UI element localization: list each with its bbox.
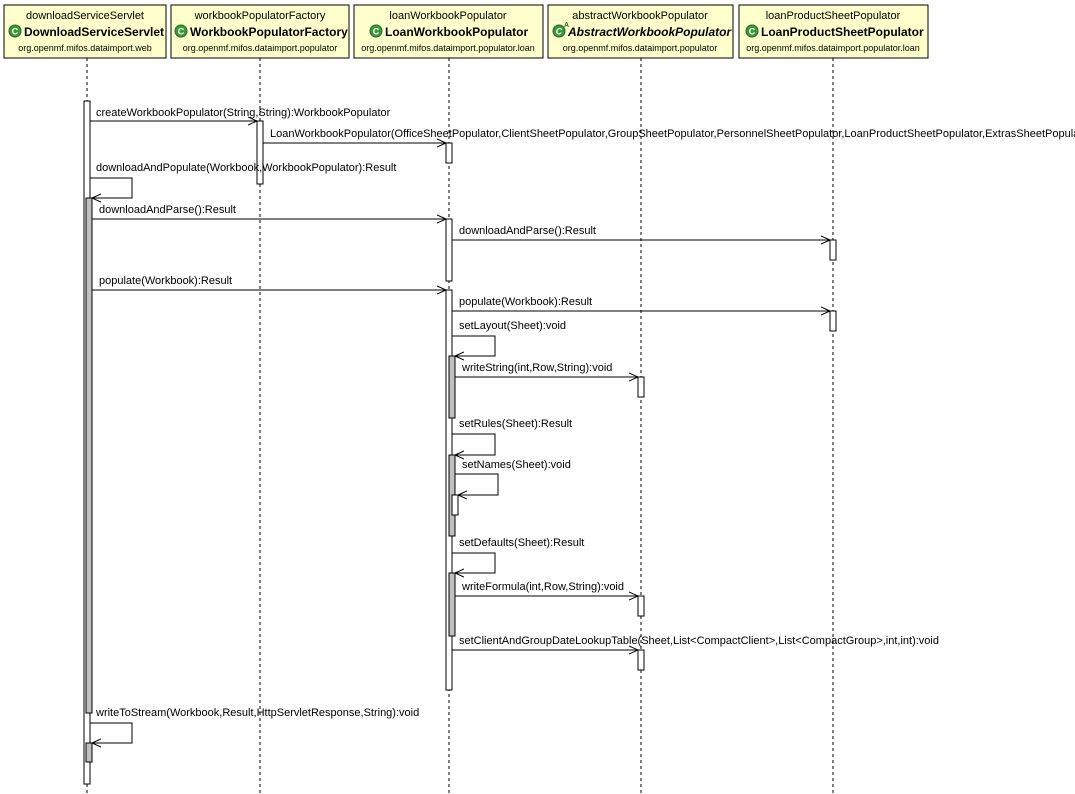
message-arrow [452,552,496,573]
activation-bar-nested [451,494,459,516]
participant-headers: downloadServiceServlet C DownloadService… [3,4,929,59]
activation-bar [637,595,645,617]
activation-bar-nested [448,572,456,637]
class-icon: C [8,24,22,38]
self-message[interactable]: setRules(Sheet):Result [452,418,572,455]
message-label: writeToStream(Workbook,Result,HttpServle… [95,707,419,719]
participant-package: org.openmf.mifos.dataimport.populator.lo… [361,43,535,53]
participant-role: abstractWorkbookPopulator [572,10,708,22]
self-message[interactable]: downloadAndPopulate(Workbook,WorkbookPop… [90,162,396,198]
message-label: setDefaults(Sheet):Result [459,537,584,549]
activation-bar [829,310,837,332]
message[interactable]: writeFormula(int,Row,String):void [455,581,638,596]
message-arrow [452,433,496,455]
participant-workbook-populator-factory[interactable]: workbookPopulatorFactory C WorkbookPopul… [170,4,350,59]
class-icon: C [745,24,759,38]
participant-role: loanWorkbookPopulator [389,10,507,22]
message-label: setLayout(Sheet):void [459,320,566,332]
participant-package: org.openmf.mifos.dataimport.populator [183,43,338,53]
participant-package: org.openmf.mifos.dataimport.web [18,43,152,53]
message-label: downloadAndPopulate(Workbook,WorkbookPop… [96,162,396,174]
participant-package: org.openmf.mifos.dataimport.populator.lo… [746,43,920,53]
participant-role: workbookPopulatorFactory [194,10,326,22]
activation-bar-nested [85,197,93,714]
message[interactable]: createWorkbookPopulator(String,String):W… [90,107,391,121]
svg-text:C: C [749,27,756,37]
message-label: LoanWorkbookPopulator(OfficeSheetPopulat… [270,128,1075,140]
participant-name: LoanWorkbookPopulator [385,25,528,39]
participant-name: AbstractWorkbookPopulator [567,25,732,39]
message-label: setNames(Sheet):void [462,459,571,471]
class-icon: C [174,24,188,38]
participant-name: WorkbookPopulatorFactory [190,25,348,39]
participant-loan-product-sheet-populator[interactable]: loanProductSheetPopulator C LoanProductS… [738,4,929,59]
message[interactable]: downloadAndParse():Result [92,204,446,219]
participant-name: DownloadServiceServlet [24,25,164,39]
message-label: setRules(Sheet):Result [459,418,572,430]
activation-bar [637,376,645,398]
message-arrow [90,177,133,198]
participant-package: org.openmf.mifos.dataimport.populator [563,43,718,53]
class-icon: C [369,24,383,38]
message-label: createWorkbookPopulator(String,String):W… [96,107,391,119]
svg-text:C: C [178,27,185,37]
participant-download-service-servlet[interactable]: downloadServiceServlet C DownloadService… [3,4,167,59]
participant-loan-workbook-populator[interactable]: loanWorkbookPopulator C LoanWorkbookPopu… [353,4,544,59]
activation-bar-nested [85,742,93,763]
activation-bar [445,142,453,164]
message-arrow [455,473,499,495]
self-message[interactable]: writeToStream(Workbook,Result,HttpServle… [90,707,419,743]
message-arrow [452,335,496,356]
activation-bar [637,649,645,671]
message[interactable]: setClientAndGroupDateLookupTable(Sheet,L… [452,635,939,650]
svg-text:C: C [12,27,19,37]
message[interactable]: writeString(int,Row,String):void [455,362,638,377]
participant-role: downloadServiceServlet [26,10,144,22]
message-label: populate(Workbook):Result [99,275,232,287]
svg-text:C: C [373,27,380,37]
svg-text:C: C [556,27,563,37]
sequence-diagram: downloadServiceServlet C DownloadService… [3,4,1075,794]
message[interactable]: LoanWorkbookPopulator(OfficeSheetPopulat… [263,128,1075,143]
messages: createWorkbookPopulator(String,String):W… [90,107,1075,743]
activation-bar-nested [448,355,456,419]
activation-bar [256,120,264,185]
self-message[interactable]: setNames(Sheet):void [455,459,571,495]
self-message[interactable]: setLayout(Sheet):void [452,320,566,356]
message[interactable]: populate(Workbook):Result [92,275,446,290]
message-label: downloadAndParse():Result [99,204,236,216]
self-message[interactable]: setDefaults(Sheet):Result [452,537,584,573]
participant-role: loanProductSheetPopulator [766,10,901,22]
participant-abstract-workbook-populator[interactable]: abstractWorkbookPopulator C A AbstractWo… [547,4,734,59]
message-label: writeFormula(int,Row,String):void [461,581,624,593]
activation-bar [829,239,837,261]
message-label: downloadAndParse():Result [459,225,596,237]
message-arrow [90,722,133,743]
activation-bar [445,218,453,282]
message-label: populate(Workbook):Result [459,296,592,308]
message-label: writeString(int,Row,String):void [461,362,612,374]
message-label: setClientAndGroupDateLookupTable(Sheet,L… [459,635,939,647]
participant-name: LoanProductSheetPopulator [761,25,924,39]
